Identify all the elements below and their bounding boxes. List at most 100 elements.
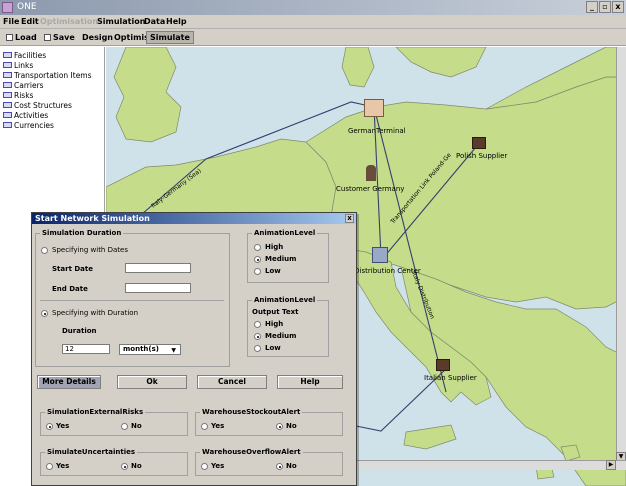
tree-item-risks[interactable]: Risks [3,91,33,101]
tree-item-label: Facilities [14,51,47,60]
save-button[interactable]: Save [40,31,79,44]
menu-help[interactable]: Help [166,17,187,26]
output-high-radio[interactable] [254,321,261,328]
external-risks-no-radio[interactable] [121,423,128,430]
group-title: WarehouseOverflowAlert [200,448,303,456]
folder-icon [3,112,12,118]
maximize-button[interactable]: ▫ [599,1,611,13]
uncertainties-yes-radio[interactable] [46,463,53,470]
load-label: Load [15,33,37,42]
start-date-input[interactable] [125,263,191,273]
dialog-title: Start Network Simulation [35,214,150,223]
save-icon [44,34,51,41]
tree-item-links[interactable]: Links [3,61,33,71]
terminal-icon[interactable] [364,99,384,117]
stockout-no-radio[interactable] [276,423,283,430]
tree-item-facilities[interactable]: Facilities [3,51,46,61]
specify-duration-radio[interactable] [41,310,48,317]
app-icon [2,2,13,13]
external-risks-yes-radio[interactable] [46,423,53,430]
output-medium-radio[interactable] [254,333,261,340]
stockout-no-label: No [286,422,297,430]
load-icon [6,34,13,41]
minimize-button[interactable]: _ [586,1,598,13]
more-details-button[interactable]: More Details [37,375,101,389]
output-high-label: High [265,320,284,328]
uncertainties-no-label: No [131,462,142,470]
help-button[interactable]: Help [277,375,343,389]
end-date-input[interactable] [125,283,191,293]
tree-item-activities[interactable]: Activities [3,111,48,121]
menu-optimisation[interactable]: Optimisation [40,17,98,26]
menu-edit[interactable]: Edit [21,17,39,26]
animation-medium-label: Medium [265,255,297,263]
external-risks-no-label: No [131,422,142,430]
overflow-no-label: No [286,462,297,470]
duration-input[interactable]: 12 [62,344,110,354]
folder-icon [3,72,12,78]
menu-simulation[interactable]: Simulation [97,17,145,26]
group-title: SimulateUncertainties [45,448,138,456]
tree-item-carriers[interactable]: Carriers [3,81,44,91]
dialog-title-bar: Start Network Simulation x [32,213,356,224]
end-date-label: End Date [52,285,88,293]
ok-button[interactable]: Ok [117,375,187,389]
folder-icon [3,102,12,108]
specify-duration-label: Specifying with Duration [52,309,138,317]
menu-file[interactable]: File [3,17,19,26]
tree-item-label: Activities [14,111,49,120]
separator [40,300,224,301]
folder-icon [3,92,12,98]
tree-item-cost-structures[interactable]: Cost Structures [3,101,72,111]
folder-icon [3,52,12,58]
tree-item-label: Cost Structures [14,101,72,110]
tree-item-label: Links [14,61,34,70]
stockout-yes-radio[interactable] [201,423,208,430]
facility-label-german-terminal: GermanTerminal [348,127,406,135]
overflow-no-radio[interactable] [276,463,283,470]
scroll-right-arrow-icon[interactable]: ▶ [606,460,616,470]
stockout-alert-group: WarehouseStockoutAlert Yes No [195,408,343,436]
tree-item-label: Currencies [14,121,54,130]
tree-item-currencies[interactable]: Currencies [3,121,54,131]
group-title: AnimationLevel [252,296,318,304]
output-low-label: Low [265,344,281,352]
vertical-scrollbar[interactable]: ▼ [616,47,626,462]
horizontal-scrollbar[interactable]: ▶ [340,460,626,470]
duration-unit-select[interactable]: month(s) ▼ [119,344,181,355]
output-text-group: AnimationLevel Output Text High Medium L… [247,296,329,357]
load-button[interactable]: Load [2,31,41,44]
animation-level-group: AnimationLevel High Medium Low [247,229,329,283]
cancel-button[interactable]: Cancel [197,375,267,389]
dialog-close-button[interactable]: x [345,214,354,223]
start-simulation-dialog: Start Network Simulation x Simulation Du… [31,212,357,486]
animation-high-radio[interactable] [254,244,261,251]
close-window-button[interactable]: x [612,1,624,13]
tree-item-transportation-items[interactable]: Transportation Items [3,71,92,81]
specify-dates-radio[interactable] [41,247,48,254]
animation-low-label: Low [265,267,281,275]
duration-unit-value: month(s) [123,345,159,353]
uncertainties-no-radio[interactable] [121,463,128,470]
group-title: AnimationLevel [252,229,318,237]
customer-icon[interactable] [366,165,376,181]
output-low-radio[interactable] [254,345,261,352]
menu-data[interactable]: Data [144,17,165,26]
supplier-icon[interactable] [472,137,486,149]
folder-icon [3,82,12,88]
external-risks-yes-label: Yes [56,422,70,430]
supplier-icon[interactable] [436,359,450,371]
distribution-center-icon[interactable] [372,247,388,263]
tree-item-label: Carriers [14,81,44,90]
animation-low-radio[interactable] [254,268,261,275]
overflow-yes-label: Yes [211,462,225,470]
simulate-button[interactable]: Simulate [146,31,194,44]
animation-medium-radio[interactable] [254,256,261,263]
overflow-yes-radio[interactable] [201,463,208,470]
specify-dates-label: Specifying with Dates [52,246,128,254]
output-text-label: Output Text [252,308,299,316]
folder-icon [3,122,12,128]
animation-high-label: High [265,243,284,251]
window-title: ONE [17,2,37,12]
external-risks-group: SimulationExternalRisks Yes No [40,408,188,436]
